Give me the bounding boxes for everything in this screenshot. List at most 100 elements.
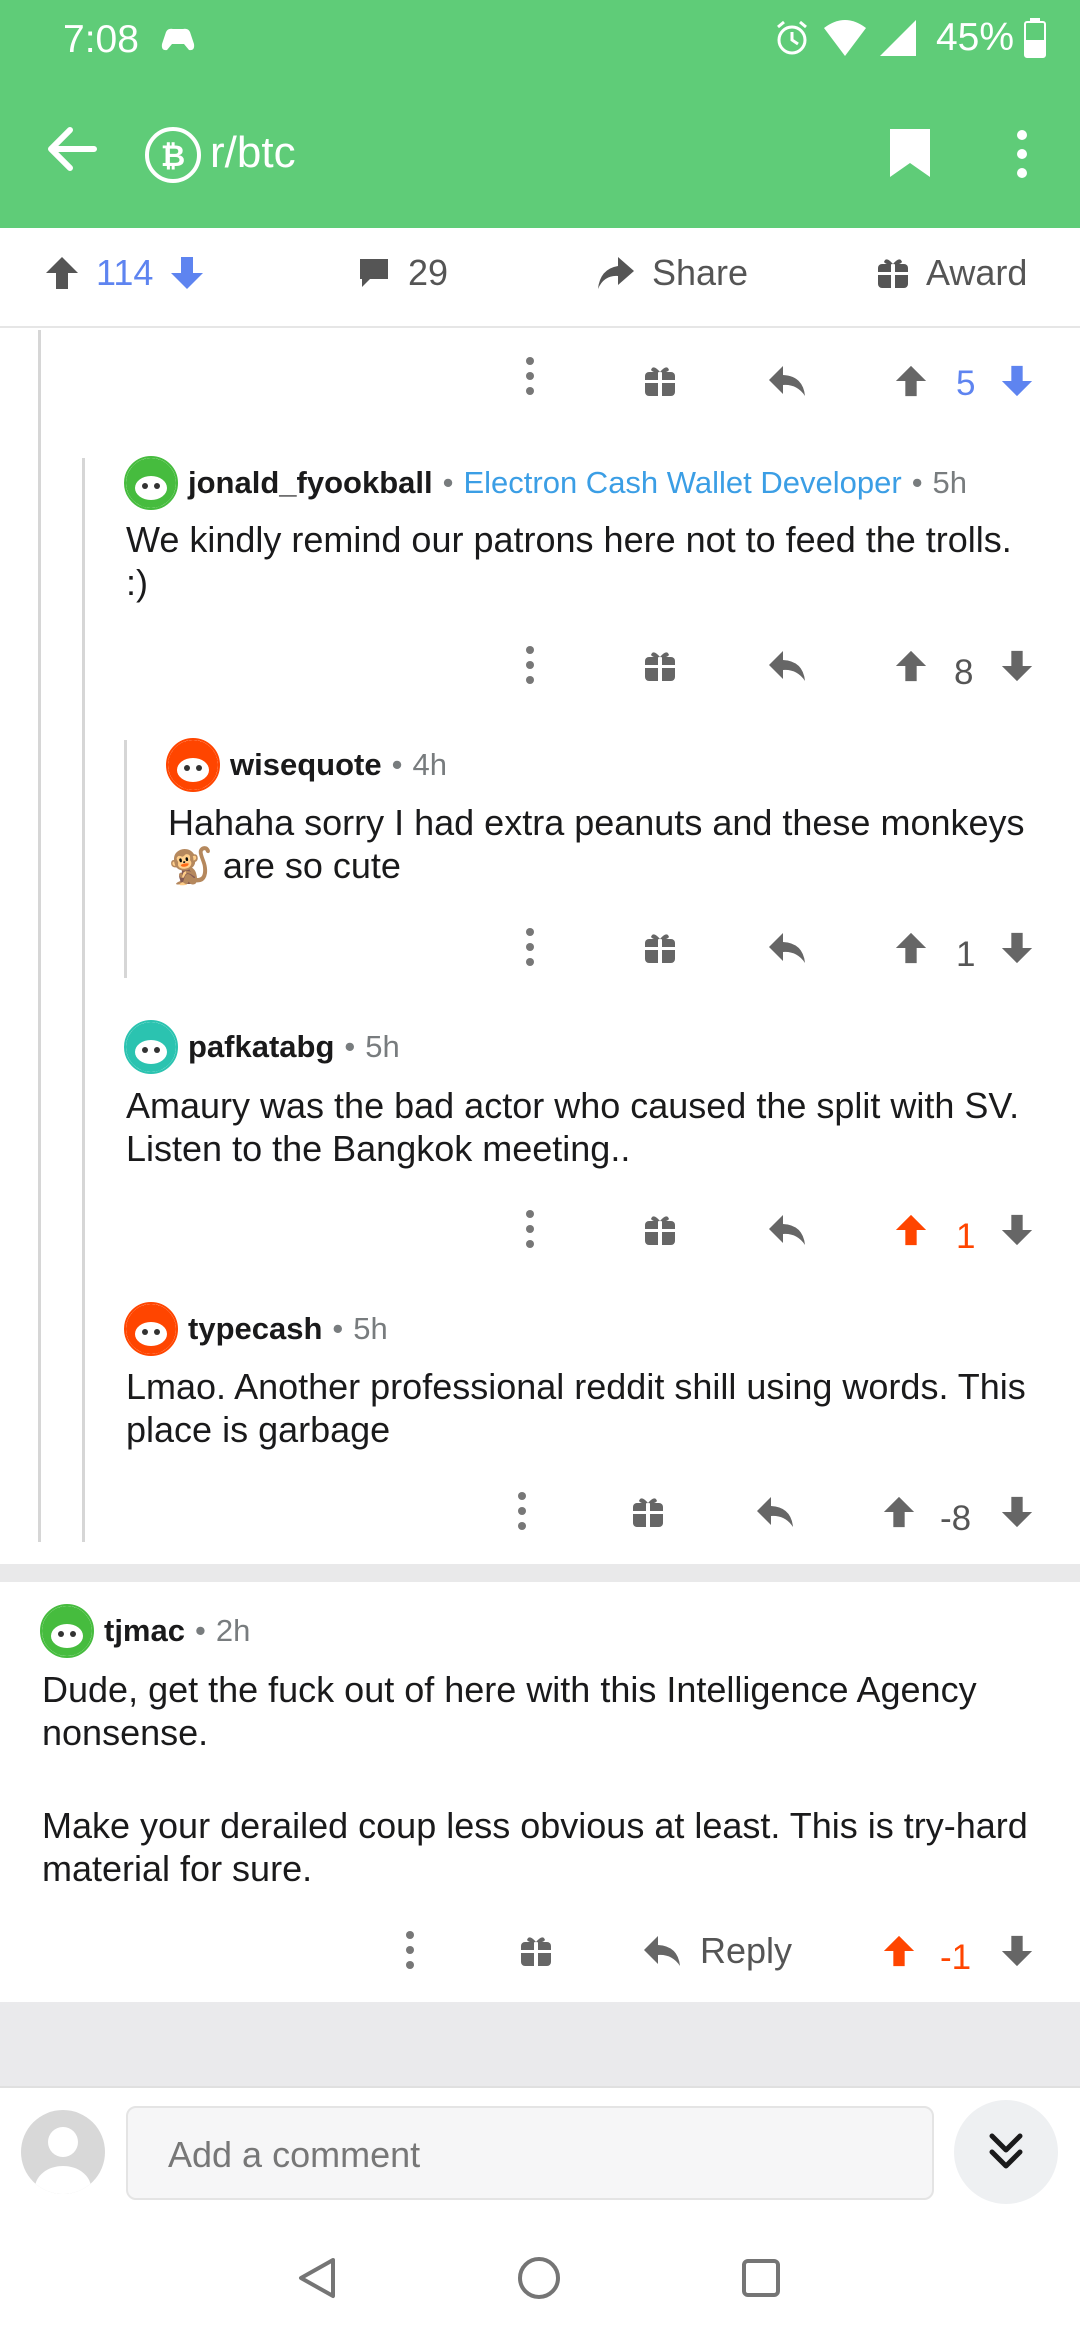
comments-button[interactable]: 29 <box>356 252 448 294</box>
comment-body: Amaury was the bad actor who caused the … <box>126 1085 1020 1169</box>
subreddit-title[interactable]: r/btc <box>210 128 296 178</box>
award-icon[interactable] <box>643 649 677 683</box>
comment-age: 5h <box>353 1311 388 1346</box>
avatar[interactable] <box>166 738 220 792</box>
comment-actions: 8 <box>0 645 1080 701</box>
nav-home-icon[interactable] <box>517 2256 561 2300</box>
reply-icon[interactable] <box>767 649 807 683</box>
username[interactable]: typecash <box>188 1311 322 1347</box>
separator-dot: • <box>442 465 454 500</box>
reply-icon <box>644 1936 680 1966</box>
upvote-icon[interactable] <box>894 931 928 965</box>
reply-icon[interactable] <box>755 1495 795 1529</box>
downvote-icon[interactable] <box>1000 1934 1034 1968</box>
post-action-bar: 114 29 Share Award <box>0 228 1080 328</box>
upvote-icon[interactable] <box>894 364 928 398</box>
comment-actions: -8 <box>0 1491 1080 1547</box>
separator-dot: • <box>194 1613 206 1648</box>
share-icon <box>596 255 636 291</box>
battery-icon <box>1024 18 1046 58</box>
status-time: 7:08 <box>63 18 139 61</box>
comment-body: Lmao. Another professional reddit shill … <box>126 1366 1026 1450</box>
username[interactable]: jonald_fyookball <box>188 465 433 501</box>
award-icon[interactable] <box>631 1495 665 1529</box>
gamepad-icon <box>160 24 196 54</box>
award-icon[interactable] <box>643 1213 677 1247</box>
signal-icon <box>878 18 918 58</box>
comment-score: 5 <box>956 364 976 403</box>
svg-text:₿: ₿ <box>161 139 185 172</box>
share-label: Share <box>652 252 749 293</box>
downvote-icon[interactable] <box>169 255 205 291</box>
more-icon[interactable] <box>523 927 537 967</box>
back-arrow-icon[interactable] <box>44 122 98 176</box>
comment-score: 1 <box>956 1217 976 1256</box>
comment-body-text: Hahaha sorry I had extra peanuts and the… <box>168 802 1025 843</box>
avatar[interactable] <box>40 1604 94 1658</box>
expand-icon[interactable] <box>954 2100 1058 2204</box>
upvote-icon[interactable] <box>44 255 80 291</box>
battery-percent: 45% <box>935 16 1014 59</box>
more-icon[interactable] <box>403 1930 417 1970</box>
comment-actions: 5 <box>0 356 1080 412</box>
upvote-icon[interactable] <box>894 649 928 683</box>
reply-icon[interactable] <box>767 931 807 965</box>
more-icon[interactable] <box>523 645 537 685</box>
avatar[interactable] <box>124 1302 178 1356</box>
more-options-icon[interactable] <box>1010 127 1034 181</box>
comment-body: Hahaha sorry I had extra peanuts and the… <box>168 801 1048 887</box>
award-icon[interactable] <box>643 364 677 398</box>
upvote-icon[interactable] <box>882 1495 916 1529</box>
system-nav-bar <box>0 2212 1080 2340</box>
username[interactable]: wisequote <box>230 747 382 783</box>
comment-score: 8 <box>954 653 974 692</box>
comment-actions: Reply -1 <box>0 1930 1080 1986</box>
comment-body: We kindly remind our patrons here not to… <box>126 519 1012 603</box>
bitcoin-icon[interactable]: ₿ <box>145 127 201 183</box>
upvote-icon-active[interactable] <box>894 1213 928 1247</box>
comment-header: wisequote • 4h <box>166 738 447 792</box>
post-score: 114 <box>96 252 154 293</box>
username[interactable]: pafkatabg <box>188 1029 334 1065</box>
avatar[interactable] <box>124 1020 178 1074</box>
downvote-icon[interactable] <box>1000 364 1034 398</box>
share-button[interactable]: Share <box>596 252 748 294</box>
comment-body-paragraph: Dude, get the fuck out of here with this… <box>42 1669 977 1753</box>
reply-icon[interactable] <box>767 364 807 398</box>
comment-body-paragraph: Make your derailed coup less obvious at … <box>42 1805 1028 1889</box>
user-avatar[interactable] <box>21 2110 105 2194</box>
reply-button[interactable]: Reply <box>642 1930 792 1972</box>
reply-icon[interactable] <box>767 1213 807 1247</box>
award-icon[interactable] <box>519 1934 553 1968</box>
downvote-icon[interactable] <box>1000 931 1034 965</box>
separator-dot: • <box>911 465 923 500</box>
award-button[interactable]: Award <box>876 252 1027 294</box>
more-icon[interactable] <box>515 1491 529 1531</box>
more-icon[interactable] <box>523 1209 537 1249</box>
award-icon[interactable] <box>643 931 677 965</box>
nav-back-icon[interactable] <box>297 2256 337 2300</box>
avatar[interactable] <box>124 456 178 510</box>
post-vote-group: 114 <box>44 252 205 294</box>
comment-header: jonald_fyookball • Electron Cash Wallet … <box>124 456 967 510</box>
upvote-icon-active[interactable] <box>882 1934 916 1968</box>
username[interactable]: tjmac <box>104 1613 185 1649</box>
alarm-icon <box>772 18 812 58</box>
comment-score: -8 <box>940 1499 972 1538</box>
comment-actions: 1 <box>0 927 1080 983</box>
comment-icon <box>356 255 392 291</box>
user-flair: Electron Cash Wallet Developer <box>463 465 902 500</box>
downvote-icon[interactable] <box>1000 649 1034 683</box>
bookmark-icon[interactable] <box>888 127 932 179</box>
comment-score: 1 <box>956 935 976 974</box>
downvote-icon[interactable] <box>1000 1495 1034 1529</box>
nav-recents-icon[interactable] <box>741 2258 781 2298</box>
comment-body-text: are so cute <box>222 845 401 886</box>
status-icons: 45% <box>772 16 1046 60</box>
monkey-emoji: 🐒 <box>168 845 213 886</box>
add-comment-input[interactable]: Add a comment <box>126 2106 934 2200</box>
award-label: Award <box>926 252 1028 293</box>
comment-score: -1 <box>940 1938 972 1977</box>
more-icon[interactable] <box>523 356 537 396</box>
downvote-icon[interactable] <box>1000 1213 1034 1247</box>
